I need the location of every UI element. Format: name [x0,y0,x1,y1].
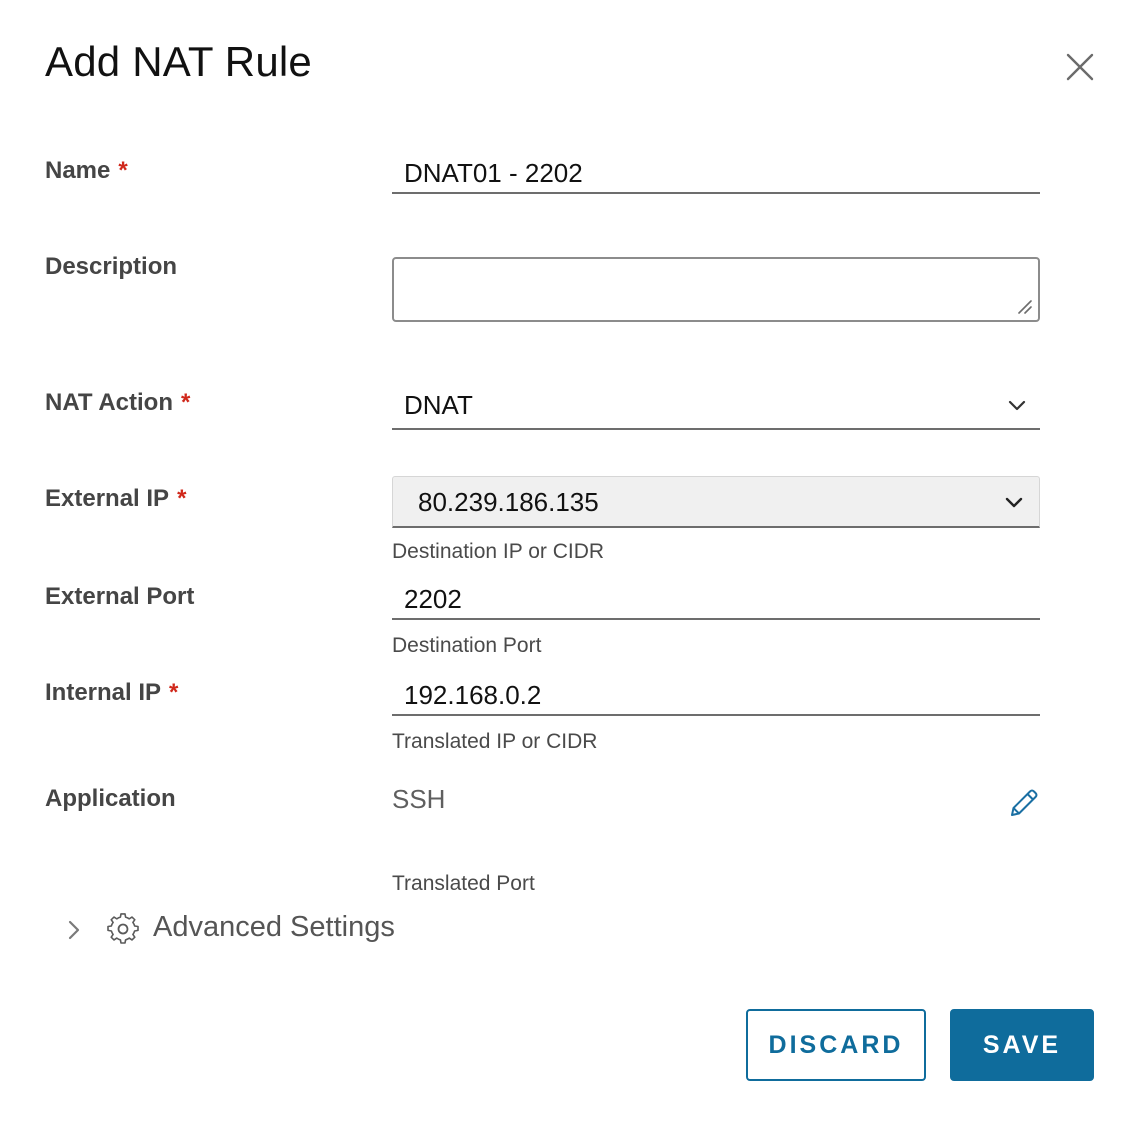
chevron-down-icon [1005,497,1023,508]
pencil-icon [1011,789,1038,816]
close-icon [1066,53,1094,81]
dialog-title: Add NAT Rule [45,38,312,85]
internal-ip-label: Internal IP * [45,679,178,707]
required-marker: * [118,157,128,184]
internal-ip-label-text: Internal IP [45,679,162,706]
required-marker: * [177,485,187,512]
nat-action-value: DNAT [404,390,473,420]
external-ip-label-text: External IP [45,485,170,512]
external-port-label: External Port [45,583,195,610]
advanced-settings-label: Advanced Settings [153,911,395,943]
required-marker: * [169,679,179,706]
name-input[interactable] [392,154,1040,194]
resize-grip-icon[interactable] [1016,298,1032,314]
external-ip-value: 80.239.186.135 [418,487,599,517]
advanced-settings-toggle[interactable]: Advanced Settings [62,906,442,952]
external-ip-helper: Destination IP or CIDR [392,540,605,563]
required-marker: * [180,389,191,416]
nat-action-label: NAT Action * [45,389,190,417]
external-port-input[interactable] [392,580,1040,620]
edit-application-button[interactable] [1006,785,1042,821]
application-helper: Translated Port [392,872,535,895]
external-ip-select[interactable]: 80.239.186.135 [392,476,1040,528]
name-label: Name * [45,157,128,185]
description-textarea[interactable] [392,257,1040,322]
application-label: Application [45,785,176,812]
close-button[interactable] [1063,50,1097,84]
internal-ip-input[interactable] [392,676,1040,716]
application-value: SSH [392,784,446,814]
nat-action-select[interactable]: DNAT [392,384,1040,430]
discard-button[interactable]: DISCARD [746,1009,926,1081]
name-label-text: Name [45,157,111,184]
gear-icon [107,913,139,944]
nat-action-label-text: NAT Action [45,389,173,416]
chevron-right-icon [68,920,80,940]
internal-ip-helper: Translated IP or CIDR [392,730,598,753]
external-ip-label: External IP * [45,485,186,513]
save-button[interactable]: SAVE [950,1009,1094,1081]
chevron-down-icon [1008,400,1026,411]
description-label: Description [45,253,178,280]
external-port-helper: Destination Port [392,634,542,657]
